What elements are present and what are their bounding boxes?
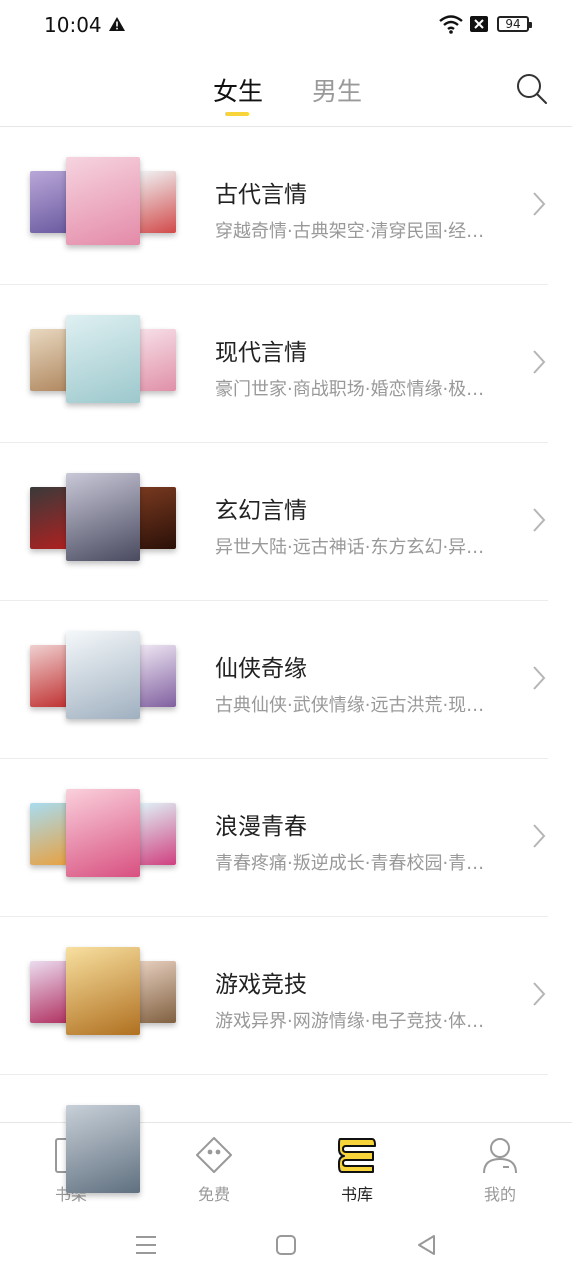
book-cover bbox=[66, 473, 140, 561]
category-tags: 穿越奇情·古典架空·清穿民国·经… bbox=[215, 221, 485, 242]
category-title: 现代言情 bbox=[215, 340, 307, 366]
book-cover bbox=[66, 1105, 140, 1193]
category-tags: 豪门世家·商战职场·婚恋情缘·极… bbox=[215, 379, 485, 400]
book-cover bbox=[30, 961, 70, 1023]
chevron-right-icon bbox=[533, 508, 546, 532]
category-tags: 青春疼痛·叛逆成长·青春校园·青… bbox=[215, 853, 485, 874]
book-cover bbox=[136, 961, 176, 1023]
status-bar: 10:04 94 bbox=[0, 0, 572, 50]
cover-stack bbox=[30, 785, 178, 881]
nav-profile[interactable]: 我的 bbox=[450, 1123, 550, 1213]
chevron-right-icon bbox=[533, 350, 546, 374]
nav-free[interactable]: 免费 bbox=[164, 1123, 264, 1213]
warning-icon bbox=[109, 17, 125, 31]
cover-stack bbox=[30, 311, 178, 407]
system-nav-bar bbox=[0, 1212, 572, 1280]
library-icon bbox=[338, 1138, 376, 1173]
book-cover bbox=[136, 803, 176, 865]
book-cover bbox=[136, 487, 176, 549]
back-icon[interactable] bbox=[414, 1232, 440, 1258]
category-tags: 异世大陆·远古神话·东方玄幻·异… bbox=[215, 537, 485, 558]
cover-stack bbox=[30, 943, 178, 1039]
nav-label: 我的 bbox=[483, 1185, 516, 1204]
cover-stack bbox=[30, 627, 178, 723]
category-title: 古代言情 bbox=[215, 182, 307, 208]
category-item-xianxia-romance[interactable]: 仙侠奇缘 古典仙侠·武侠情缘·远古洪荒·现… bbox=[0, 601, 548, 759]
status-time: 10:04 bbox=[44, 13, 102, 37]
category-list: 古代言情 穿越奇情·古典架空·清穿民国·经… 现代言情 豪门世家·商战职场·婚恋… bbox=[0, 127, 572, 1232]
category-item-fantasy-romance[interactable]: 玄幻言情 异世大陆·远古神话·东方玄幻·异… bbox=[0, 443, 548, 601]
nav-library[interactable]: 书库 bbox=[307, 1123, 407, 1213]
category-item-ancient-romance[interactable]: 古代言情 穿越奇情·古典架空·清穿民国·经… bbox=[0, 127, 548, 285]
menu-icon[interactable] bbox=[133, 1232, 159, 1258]
cover-stack bbox=[30, 469, 178, 565]
book-cover bbox=[66, 157, 140, 245]
nav-label: 书库 bbox=[340, 1185, 373, 1204]
chevron-right-icon bbox=[533, 666, 546, 690]
book-cover bbox=[30, 803, 70, 865]
category-tags: 古典仙侠·武侠情缘·远古洪荒·现… bbox=[215, 695, 485, 716]
book-cover bbox=[136, 645, 176, 707]
free-tag-icon bbox=[196, 1137, 232, 1173]
book-cover bbox=[30, 171, 70, 233]
active-tab-indicator bbox=[225, 112, 249, 116]
book-cover bbox=[136, 171, 176, 233]
book-cover bbox=[66, 947, 140, 1035]
book-cover bbox=[66, 631, 140, 719]
search-icon[interactable] bbox=[515, 72, 549, 106]
book-cover bbox=[30, 645, 70, 707]
category-title: 玄幻言情 bbox=[215, 498, 307, 524]
app-screen: 10:04 94 女生 男生 古代言情 穿越奇情·古典架空·清穿民国·经… 现代… bbox=[0, 0, 572, 1280]
book-cover bbox=[66, 315, 140, 403]
nav-label: 免费 bbox=[197, 1185, 230, 1204]
category-item-modern-romance[interactable]: 现代言情 豪门世家·商战职场·婚恋情缘·极… bbox=[0, 285, 548, 443]
category-tags: 游戏异界·网游情缘·电子竞技·体… bbox=[215, 1011, 485, 1032]
chevron-right-icon bbox=[533, 192, 546, 216]
category-title: 仙侠奇缘 bbox=[215, 656, 307, 682]
book-cover bbox=[30, 487, 70, 549]
category-item-gaming[interactable]: 游戏竞技 游戏异界·网游情缘·电子竞技·体… bbox=[0, 917, 548, 1075]
tab-female[interactable]: 女生 bbox=[213, 72, 263, 108]
book-cover bbox=[66, 789, 140, 877]
tab-male[interactable]: 男生 bbox=[312, 72, 362, 108]
battery-indicator: 94 bbox=[497, 16, 532, 32]
category-item-youth-romance[interactable]: 浪漫青春 青春疼痛·叛逆成长·青春校园·青… bbox=[0, 759, 548, 917]
category-title: 浪漫青春 bbox=[215, 814, 307, 840]
home-icon[interactable] bbox=[273, 1232, 299, 1258]
no-sim-icon bbox=[470, 16, 488, 32]
book-cover bbox=[30, 329, 70, 391]
profile-icon bbox=[483, 1138, 517, 1174]
cover-stack bbox=[30, 153, 178, 249]
book-cover bbox=[136, 329, 176, 391]
chevron-right-icon bbox=[533, 824, 546, 848]
chevron-right-icon bbox=[533, 982, 546, 1006]
wifi-icon bbox=[439, 15, 463, 34]
category-title: 游戏竞技 bbox=[215, 972, 307, 998]
gender-tabs: 女生 男生 bbox=[0, 54, 572, 127]
